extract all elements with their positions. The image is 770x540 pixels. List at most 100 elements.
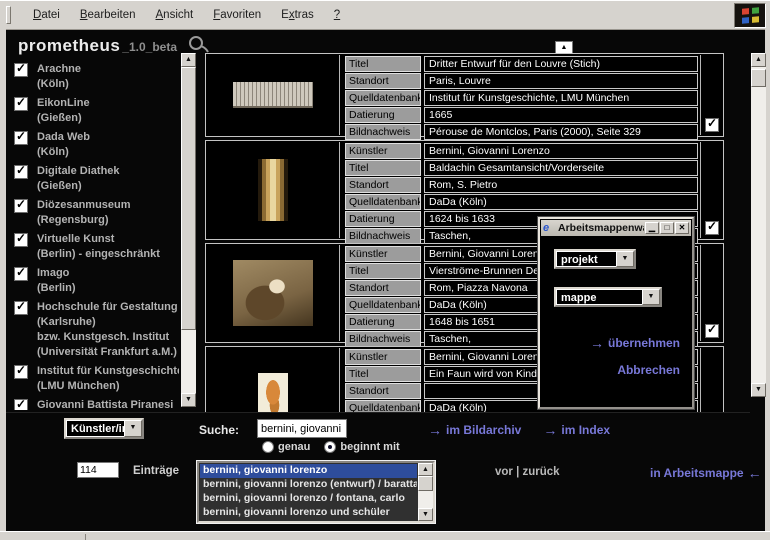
scroll-down-arrow-icon[interactable]: ▼ bbox=[418, 508, 433, 521]
windows-logo-icon bbox=[742, 7, 759, 23]
checkbox-kunstgeschichte-lmu[interactable] bbox=[14, 365, 28, 379]
checkbox-piranesi[interactable] bbox=[14, 399, 28, 410]
radio-genau-label: genau bbox=[278, 441, 310, 453]
chevron-down-icon[interactable]: ▼ bbox=[124, 420, 142, 437]
field-label: Standort bbox=[345, 383, 421, 399]
cancel-link[interactable]: Abbrechen bbox=[617, 361, 680, 379]
field-label: Titel bbox=[345, 160, 421, 176]
panel-divider bbox=[6, 412, 750, 413]
listbox-scrollbar[interactable]: ▲ ▼ bbox=[418, 463, 433, 521]
status-bar-segment bbox=[2, 534, 86, 540]
thumbnail-faun-drawing[interactable] bbox=[258, 373, 288, 412]
results-scrollbar[interactable]: ▲ ▼ bbox=[751, 53, 766, 397]
scroll-down-arrow-icon[interactable]: ▼ bbox=[751, 383, 766, 397]
menu-help[interactable]: ? bbox=[324, 6, 350, 24]
thumbnail-louvre-etching[interactable] bbox=[233, 82, 313, 108]
scroll-up-arrow-icon[interactable]: ▲ bbox=[751, 53, 766, 67]
checkbox-imago[interactable] bbox=[14, 267, 28, 281]
menu-bar: Datei Bearbeiten Ansicht Favoriten Extra… bbox=[0, 0, 770, 30]
menu-datei[interactable]: Datei bbox=[23, 6, 70, 24]
maximize-icon[interactable]: □ bbox=[660, 222, 674, 234]
field-label: Standort bbox=[345, 280, 421, 296]
search-mode-radios: genau beginnt mit bbox=[262, 441, 400, 453]
menu-bearbeiten[interactable]: Bearbeiten bbox=[70, 6, 146, 24]
sidebar-item-imago: Imago(Berlin) bbox=[14, 266, 179, 296]
sidebar-item-dioezesanmuseum: Diözesanmuseum(Regensburg) bbox=[14, 198, 179, 228]
listbox-scrollbar-thumb[interactable] bbox=[418, 476, 433, 491]
field-label: Datierung bbox=[345, 314, 421, 330]
thumbnail-cell bbox=[207, 348, 340, 412]
pager-vor-zurueck[interactable]: vor | zurück bbox=[495, 466, 560, 478]
toolbar-grip-handle[interactable] bbox=[6, 6, 11, 24]
arbeitsmappenwahl-dialog: e Arbeitsmappenwahl ... ▁ □ ✕ projekt ▼ … bbox=[538, 217, 694, 409]
mappe-select[interactable]: mappe ▼ bbox=[554, 287, 662, 307]
menu-ansicht[interactable]: Ansicht bbox=[146, 6, 204, 24]
checkbox-eikonline[interactable] bbox=[14, 97, 28, 111]
checkbox-dadaweb[interactable] bbox=[14, 131, 28, 145]
arrow-right-icon: → bbox=[590, 335, 604, 351]
sidebar-item-digitale-diathek: Digitale Diathek(Gießen) bbox=[14, 164, 179, 194]
field-label: Bildnachweis bbox=[345, 124, 421, 140]
field-value: Bernini, Giovanni Lorenzo bbox=[424, 143, 698, 159]
projekt-select[interactable]: projekt ▼ bbox=[554, 249, 636, 269]
link-in-arbeitsmappe[interactable]: in Arbeitsmappe ← bbox=[650, 465, 766, 481]
row-select-checkbox[interactable] bbox=[705, 221, 719, 235]
link-im-bildarchiv[interactable]: → im Bildarchiv bbox=[424, 422, 521, 438]
thumbnail-cell bbox=[207, 245, 340, 341]
link-im-index[interactable]: → im Index bbox=[539, 422, 610, 438]
sidebar-item-eikonline: EikonLine(Gießen) bbox=[14, 96, 179, 126]
sidebar-item-arachne: Arachne(Köln) bbox=[14, 62, 179, 92]
list-item[interactable]: bernini, giovanni lorenzo bbox=[200, 464, 417, 478]
entry-count-input[interactable] bbox=[77, 462, 119, 478]
checkbox-digitale-diathek[interactable] bbox=[14, 165, 28, 179]
checkbox-hfg-karlsruhe[interactable] bbox=[14, 301, 28, 315]
scroll-up-arrow-icon[interactable]: ▲ bbox=[181, 53, 196, 67]
scroll-up-arrow-icon[interactable]: ▲ bbox=[418, 463, 433, 476]
sidebar-scrollbar[interactable]: ▲ ▼ bbox=[181, 53, 196, 407]
field-label: Quelldatenbank bbox=[345, 194, 421, 210]
brand-version: _1.0_beta bbox=[122, 40, 177, 54]
ie-throbber bbox=[734, 3, 766, 28]
sidebar-item-kunstgeschichte-lmu: Institut für Kunstgeschichte(LMU München… bbox=[14, 364, 179, 394]
field-label: Bildnachweis bbox=[345, 228, 421, 244]
menu-extras[interactable]: Extras bbox=[271, 6, 324, 24]
arrow-right-icon: → bbox=[428, 422, 442, 438]
thumbnail-fountain-photo[interactable] bbox=[233, 260, 313, 326]
results-scrollbar-thumb[interactable] bbox=[751, 69, 766, 87]
close-icon[interactable]: ✕ bbox=[675, 222, 689, 234]
radio-beginnt-mit[interactable] bbox=[324, 441, 336, 453]
list-item[interactable]: bernini, giovanni lorenzo (entwurf) / ba… bbox=[200, 478, 417, 492]
list-item[interactable]: bernini, giovanni lorenzo / fontana, car… bbox=[200, 492, 417, 506]
ie-icon: e bbox=[543, 222, 556, 235]
search-input[interactable] bbox=[257, 419, 347, 438]
sidebar-item-dadaweb: Dada Web(Köln) bbox=[14, 130, 179, 160]
checkbox-dioezesanmuseum[interactable] bbox=[14, 199, 28, 213]
checkbox-arachne[interactable] bbox=[14, 63, 28, 77]
result-row: TitelDritter Entwurf für den Louvre (Sti… bbox=[205, 53, 724, 137]
sidebar-scrollbar-thumb[interactable] bbox=[181, 67, 196, 330]
field-label: Künstler bbox=[345, 349, 421, 365]
scroll-down-arrow-icon[interactable]: ▼ bbox=[181, 393, 196, 407]
row-select-checkbox[interactable] bbox=[705, 118, 719, 132]
search-category-select[interactable]: Künstler/in ▼ bbox=[64, 418, 144, 439]
brand-name: prometheus bbox=[18, 36, 120, 56]
artist-listbox[interactable]: bernini, giovanni lorenzo bernini, giova… bbox=[197, 461, 435, 523]
field-value: Rom, S. Pietro bbox=[424, 177, 698, 193]
checkbox-virtuelle-kunst[interactable] bbox=[14, 233, 28, 247]
list-item[interactable]: bernini, giovanni lorenzo und schüler bbox=[200, 506, 417, 520]
field-label: Quelldatenbank bbox=[345, 400, 421, 412]
chevron-down-icon[interactable]: ▼ bbox=[616, 251, 634, 267]
app-window: Datei Bearbeiten Ansicht Favoriten Extra… bbox=[0, 0, 770, 540]
thumbnail-baldachin[interactable] bbox=[258, 159, 288, 221]
field-label: Titel bbox=[345, 263, 421, 279]
sidebar-item-virtuelle-kunst: Virtuelle Kunst(Berlin) - eingeschränkt bbox=[14, 232, 179, 262]
apply-link[interactable]: → übernehmen bbox=[586, 335, 680, 351]
radio-genau[interactable] bbox=[262, 441, 274, 453]
minimize-icon[interactable]: ▁ bbox=[645, 222, 659, 234]
dialog-title-bar[interactable]: e Arbeitsmappenwahl ... ▁ □ ✕ bbox=[541, 220, 691, 236]
row-select-checkbox[interactable] bbox=[705, 324, 719, 338]
menu-favoriten[interactable]: Favoriten bbox=[203, 6, 271, 24]
field-label: Quelldatenbank bbox=[345, 297, 421, 313]
radio-beginnt-mit-label: beginnt mit bbox=[340, 441, 399, 453]
chevron-down-icon[interactable]: ▼ bbox=[642, 289, 660, 305]
